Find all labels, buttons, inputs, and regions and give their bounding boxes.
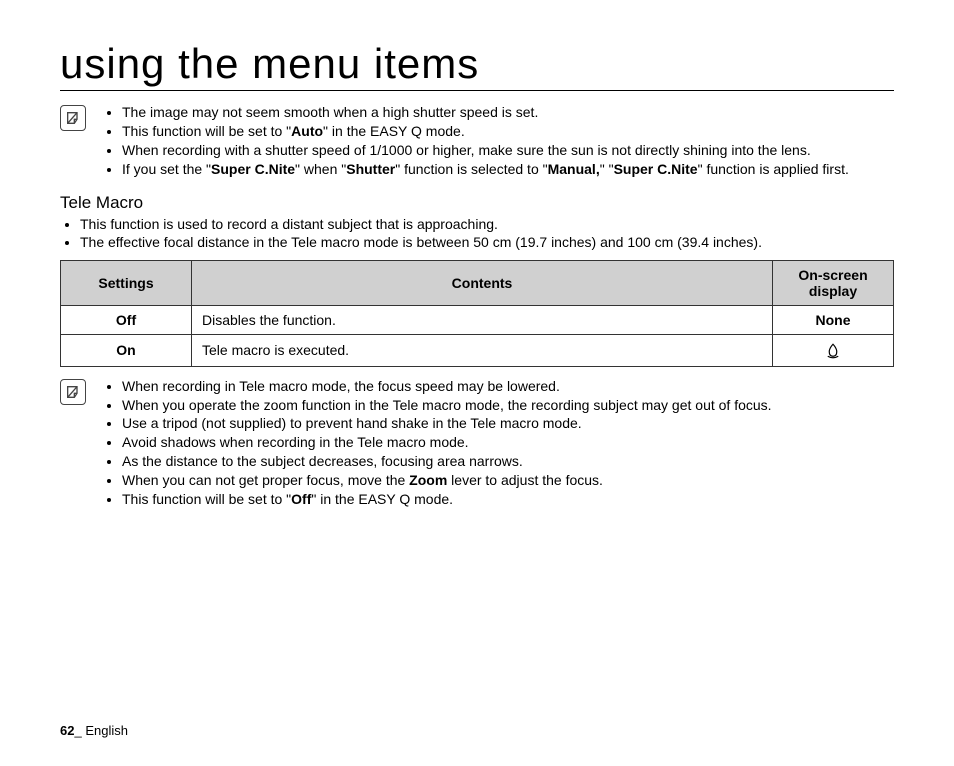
note-list-2: When recording in Tele macro mode, the f…	[96, 377, 772, 509]
page-number: 62	[60, 723, 74, 738]
cell-contents: Tele macro is executed.	[192, 335, 773, 366]
page-footer: 62_ English	[60, 723, 128, 738]
note1-item: If you set the "Super C.Nite" when "Shut…	[122, 160, 849, 179]
section-heading: Tele Macro	[60, 193, 894, 213]
page-title: using the menu items	[60, 40, 894, 91]
note-icon	[60, 105, 86, 131]
table-header-row: Settings Contents On-screen display	[61, 261, 894, 306]
note2-item: When you can not get proper focus, move …	[122, 471, 772, 490]
note-block-1: The image may not seem smooth when a hig…	[60, 103, 894, 179]
note1-item: The image may not seem smooth when a hig…	[122, 103, 849, 122]
cell-display-icon	[773, 335, 894, 366]
note2-item: Avoid shadows when recording in the Tele…	[122, 433, 772, 452]
note-block-2: When recording in Tele macro mode, the f…	[60, 377, 894, 509]
col-display: On-screen display	[773, 261, 894, 306]
intro-item: This function is used to record a distan…	[80, 215, 894, 234]
intro-item: The effective focal distance in the Tele…	[80, 233, 894, 252]
note2-item: This function will be set to "Off" in th…	[122, 490, 772, 509]
note2-item: As the distance to the subject decreases…	[122, 452, 772, 471]
cell-display: None	[773, 306, 894, 335]
cell-contents: Disables the function.	[192, 306, 773, 335]
note2-item: Use a tripod (not supplied) to prevent h…	[122, 414, 772, 433]
note2-item: When recording in Tele macro mode, the f…	[122, 377, 772, 396]
note2-item: When you operate the zoom function in th…	[122, 396, 772, 415]
table-row: Off Disables the function. None	[61, 306, 894, 335]
note-list-1: The image may not seem smooth when a hig…	[96, 103, 849, 179]
note-icon	[60, 379, 86, 405]
footer-sep: _	[74, 723, 85, 738]
page-content: using the menu items The image may not s…	[0, 0, 954, 543]
cell-setting: Off	[61, 306, 192, 335]
footer-lang: English	[85, 723, 128, 738]
col-settings: Settings	[61, 261, 192, 306]
telemacro-icon	[824, 341, 842, 357]
col-contents: Contents	[192, 261, 773, 306]
note1-item: This function will be set to "Auto" in t…	[122, 122, 849, 141]
cell-setting: On	[61, 335, 192, 366]
note1-item: When recording with a shutter speed of 1…	[122, 141, 849, 160]
section-intro-list: This function is used to record a distan…	[60, 215, 894, 253]
settings-table: Settings Contents On-screen display Off …	[60, 260, 894, 366]
table-row: On Tele macro is executed.	[61, 335, 894, 366]
